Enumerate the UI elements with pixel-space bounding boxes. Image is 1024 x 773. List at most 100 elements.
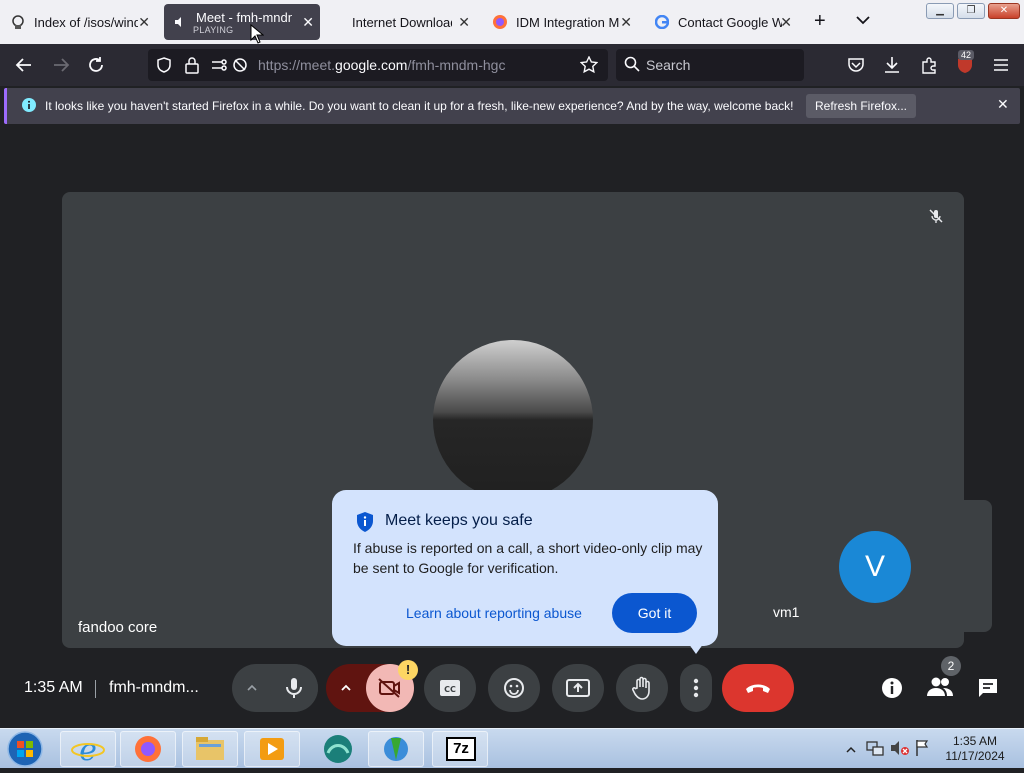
system-clock[interactable]: 1:35 AM 11/17/2024 <box>940 734 1010 764</box>
divider <box>95 680 96 698</box>
notification-message: It looks like you haven't started Firefo… <box>45 99 794 113</box>
tab-title: Meet - fmh-mndm <box>196 9 292 25</box>
raise-hand-button[interactable] <box>616 664 668 712</box>
close-window-button[interactable]: ✕ <box>988 3 1020 19</box>
microphone-button[interactable] <box>270 664 318 712</box>
safety-info-popup: Meet keeps you safe If abuse is reported… <box>332 490 718 646</box>
firefox-taskbar-icon[interactable] <box>120 731 176 767</box>
shield-info-icon <box>355 511 375 538</box>
learn-about-reporting-link[interactable]: Learn about reporting abuse <box>406 605 582 621</box>
chat-icon[interactable] <box>977 677 999 704</box>
got-it-button[interactable]: Got it <box>612 593 697 633</box>
windows-taskbar: e 7z 1:35 AM 11/17/2024 <box>0 728 1024 768</box>
idm-taskbar-icon[interactable] <box>368 731 424 767</box>
captions-icon: CC <box>440 680 460 696</box>
emoji-icon <box>504 678 524 698</box>
leave-call-button[interactable] <box>722 664 794 712</box>
self-participant-name: vm1 <box>773 604 800 620</box>
search-placeholder: Search <box>646 57 691 73</box>
participant-avatar-large <box>433 340 593 500</box>
present-icon <box>566 679 590 697</box>
present-screen-button[interactable] <box>552 664 604 712</box>
network-icon[interactable] <box>866 740 884 761</box>
close-tab-icon[interactable]: ✕ <box>458 14 470 31</box>
menu-hamburger-icon[interactable] <box>990 54 1012 76</box>
close-tab-icon[interactable]: ✕ <box>302 14 314 31</box>
video-options-chevron-up-icon[interactable] <box>340 664 352 712</box>
lock-icon[interactable] <box>184 56 200 79</box>
hang-up-icon <box>746 684 770 693</box>
clock-time: 1:35 AM <box>952 734 998 748</box>
popup-pointer <box>686 640 706 654</box>
search-input[interactable]: Search <box>616 49 804 81</box>
new-tab-button[interactable]: + <box>814 10 826 33</box>
mouse-cursor <box>250 23 265 49</box>
extensions-puzzle-icon[interactable] <box>918 54 940 76</box>
list-tabs-chevron-down-icon[interactable] <box>855 12 871 33</box>
minimize-button[interactable]: ▁ <box>926 3 954 19</box>
tab-index-isos[interactable]: Index of /isos/wind ✕ <box>4 4 156 40</box>
muted-mic-icon <box>928 208 944 229</box>
close-tab-icon[interactable]: ✕ <box>780 14 792 31</box>
popup-body: If abuse is reported on a call, a short … <box>353 540 703 576</box>
url-text[interactable]: https://meet.google.com/fmh-mndm-hgc <box>258 57 505 73</box>
downloads-icon[interactable] <box>881 54 903 76</box>
tab-idm-integration[interactable]: IDM Integration Mo ✕ <box>486 4 638 40</box>
tab-contact-google[interactable]: Contact Google We ✕ <box>648 4 798 40</box>
permissions-icon[interactable] <box>211 57 229 78</box>
close-tab-icon[interactable]: ✕ <box>620 14 632 31</box>
volume-muted-icon[interactable] <box>890 740 910 761</box>
pinned-app-taskbar-icon[interactable] <box>318 733 358 770</box>
more-vert-icon <box>693 678 699 698</box>
navigation-bar: https://meet.google.com/fmh-mndm-hgc Sea… <box>0 44 1024 86</box>
7zip-label: 7z <box>446 737 476 761</box>
maximize-button[interactable]: ❐ <box>957 3 985 19</box>
search-icon <box>624 56 640 77</box>
start-button[interactable] <box>6 730 46 768</box>
self-view-tile[interactable]: V vm1 <box>757 500 992 632</box>
tab-title: Contact Google We <box>678 14 782 30</box>
more-options-button[interactable] <box>680 664 712 712</box>
audio-options-chevron-up-icon[interactable] <box>246 664 258 713</box>
reactions-button[interactable] <box>488 664 540 712</box>
close-notification-icon[interactable]: ✕ <box>997 96 1009 113</box>
speaker-icon[interactable] <box>172 14 188 30</box>
self-avatar: V <box>839 531 911 603</box>
camera-blocked-icon[interactable] <box>232 57 248 78</box>
meeting-details-info-icon[interactable] <box>880 676 904 705</box>
tab-internet-download[interactable]: Internet Download ✕ <box>330 4 476 40</box>
captions-button[interactable]: CC <box>424 664 476 712</box>
reload-icon[interactable] <box>85 54 107 76</box>
mic-control-group <box>232 664 318 712</box>
google-icon <box>654 14 670 30</box>
url-path: /fmh-mndm-hgc <box>407 57 506 73</box>
url-bar[interactable]: https://meet.google.com/fmh-mndm-hgc <box>148 49 608 81</box>
pocket-icon[interactable] <box>845 54 867 76</box>
close-tab-icon[interactable]: ✕ <box>138 14 150 31</box>
7zip-taskbar-icon[interactable]: 7z <box>432 731 488 767</box>
people-icon[interactable] <box>927 676 953 703</box>
tab-playing-label: PLAYING <box>193 25 234 35</box>
firefox-refresh-notification: It looks like you haven't started Firefo… <box>4 88 1020 124</box>
back-arrow-icon[interactable] <box>13 54 35 76</box>
clock-date: 11/17/2024 <box>945 749 1005 763</box>
url-prefix: https://meet. <box>258 57 336 73</box>
tab-title: IDM Integration Mo <box>516 14 620 30</box>
extension-count-badge: 42 <box>958 50 975 60</box>
info-icon <box>21 97 37 118</box>
internet-explorer-taskbar-icon[interactable]: e <box>60 731 116 768</box>
tab-title: Index of /isos/wind <box>34 14 138 30</box>
meeting-code[interactable]: fmh-mndm... <box>109 679 199 697</box>
bookmark-star-icon[interactable] <box>579 55 599 79</box>
shield-icon[interactable] <box>156 57 172 78</box>
tab-meet[interactable]: Meet - fmh-mndm PLAYING ✕ <box>164 4 320 40</box>
action-center-flag-icon[interactable] <box>914 739 930 762</box>
camera-warning-badge: ! <box>398 660 418 680</box>
media-player-taskbar-icon[interactable] <box>244 731 300 767</box>
page-icon <box>10 14 26 30</box>
svg-text:e: e <box>79 733 97 766</box>
show-hidden-icons-chevron-up-icon[interactable] <box>846 742 856 760</box>
forward-arrow-icon[interactable] <box>50 54 72 76</box>
refresh-firefox-button[interactable]: Refresh Firefox... <box>806 94 916 118</box>
file-explorer-taskbar-icon[interactable] <box>182 731 238 767</box>
